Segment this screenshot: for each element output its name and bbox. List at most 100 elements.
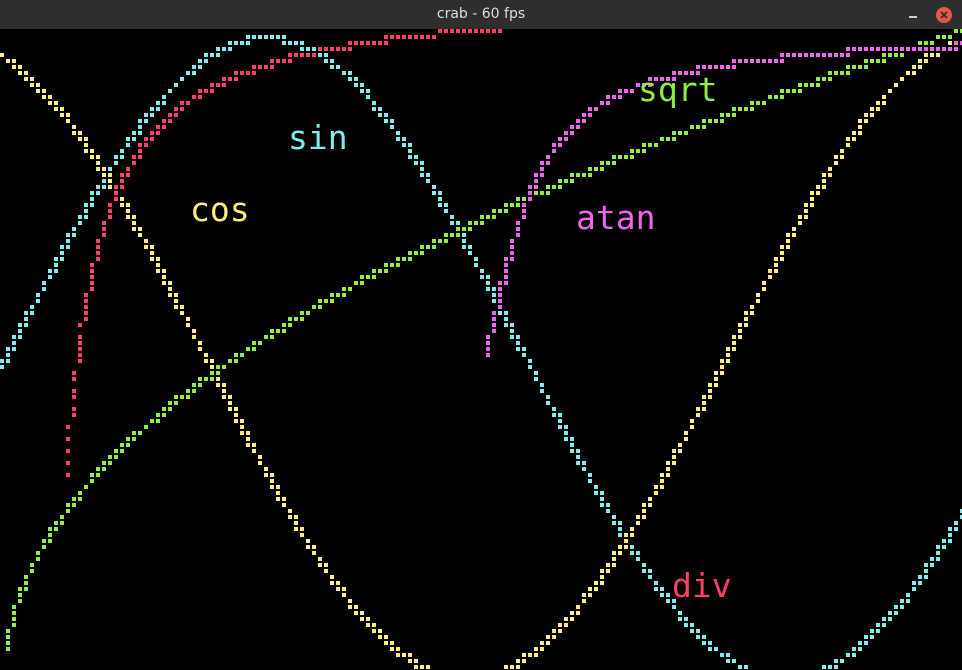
cos-point (324, 569, 328, 573)
sqrt-point (402, 257, 406, 261)
sin-point (600, 497, 604, 501)
sqrt-point (78, 497, 82, 501)
sqrt-point (90, 473, 94, 477)
cos-point (240, 431, 244, 435)
div-point (462, 29, 466, 33)
cos-point (840, 155, 844, 159)
div-point (156, 131, 160, 135)
sin-point (342, 71, 346, 75)
sin-point (366, 89, 370, 93)
sin-point (156, 107, 160, 111)
cos-point (636, 515, 640, 519)
cos-point (876, 107, 880, 111)
atan-point (732, 59, 736, 63)
cos-point (888, 89, 892, 93)
cos-point (642, 503, 646, 507)
sin-point (204, 53, 208, 57)
cos-point (882, 101, 886, 105)
sin-point (48, 269, 52, 273)
sin-point (702, 641, 706, 645)
sqrt-point (72, 503, 76, 507)
sin-point (24, 311, 28, 315)
sqrt-point (12, 605, 16, 609)
cos-point (420, 665, 424, 669)
cos-point (744, 323, 748, 327)
cos-point (552, 629, 556, 633)
atan-point (510, 239, 514, 243)
cos-point (222, 389, 226, 393)
atan-point (834, 53, 838, 57)
sin-point (432, 185, 436, 189)
atan-point (576, 125, 580, 129)
div-point (78, 323, 82, 327)
sqrt-point (360, 281, 364, 285)
sqrt-point (300, 317, 304, 321)
sin-point (492, 287, 496, 291)
div-point (144, 143, 148, 147)
cos-point (762, 287, 766, 291)
atan-point (612, 95, 616, 99)
cos-point (684, 437, 688, 441)
atan-point (780, 53, 784, 57)
close-button[interactable] (935, 6, 953, 24)
sin-point (480, 269, 484, 273)
cos-point (510, 665, 514, 669)
sin-point (618, 533, 622, 537)
cos-point (660, 485, 664, 489)
div-point (150, 137, 154, 141)
cos-point (786, 233, 790, 237)
div-point (288, 53, 292, 57)
cos-point (264, 467, 268, 471)
div-point (360, 41, 364, 45)
sin-point (606, 509, 610, 513)
div-point (108, 203, 112, 207)
sin-point (408, 155, 412, 159)
sqrt-point (84, 485, 88, 489)
cos-point (612, 557, 616, 561)
sqrt-point (30, 563, 34, 567)
sqrt-point (612, 155, 616, 159)
cos-point (36, 89, 40, 93)
div-point (126, 167, 130, 171)
sin-point (438, 191, 442, 195)
series-sin (0, 35, 962, 669)
sin-point (378, 113, 382, 117)
atan-point (564, 131, 568, 135)
sin-point (0, 359, 4, 363)
atan-point (804, 53, 808, 57)
cos-point (798, 221, 802, 225)
cos-point (330, 575, 334, 579)
sin-point (384, 119, 388, 123)
cos-point (192, 329, 196, 333)
sqrt-point (780, 95, 784, 99)
sin-point (714, 647, 718, 651)
cos-point (810, 197, 814, 201)
sqrt-point (624, 155, 628, 159)
title-bar[interactable]: crab - 60 fps (0, 0, 962, 30)
cos-point (78, 137, 82, 141)
minimize-button[interactable] (904, 5, 924, 25)
sin-point (228, 41, 232, 45)
sin-point (852, 647, 856, 651)
cos-point (156, 263, 160, 267)
cos-point (132, 221, 136, 225)
cos-point (834, 155, 838, 159)
sin-point (882, 623, 886, 627)
cos-point (330, 581, 334, 585)
cos-point (90, 155, 94, 159)
sin-point (894, 611, 898, 615)
sqrt-point (360, 275, 364, 279)
cos-point (624, 545, 628, 549)
sin-point (444, 203, 448, 207)
atan-point (516, 233, 520, 237)
sqrt-point (456, 227, 460, 231)
atan-point (864, 47, 868, 51)
div-point (216, 83, 220, 87)
sin-point (138, 131, 142, 135)
sin-point (876, 623, 880, 627)
sin-point (510, 335, 514, 339)
div-point (162, 119, 166, 123)
cos-point (852, 137, 856, 141)
sqrt-point (660, 137, 664, 141)
atan-point (810, 53, 814, 57)
